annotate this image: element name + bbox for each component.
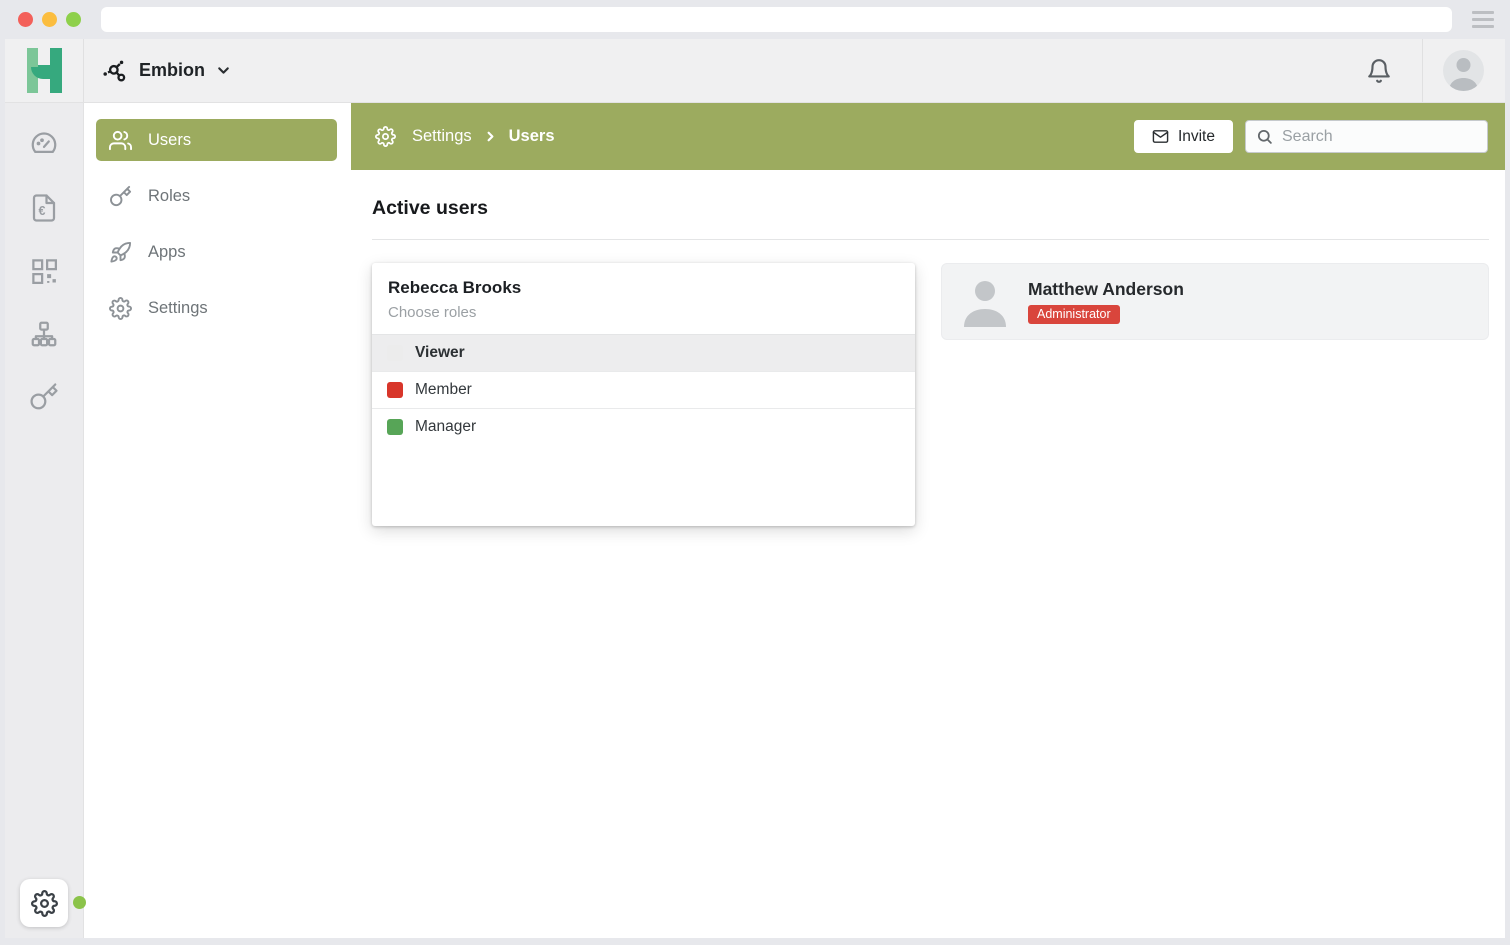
role-option-label: Manager xyxy=(415,418,476,436)
role-picker-header: Rebecca Brooks Choose roles xyxy=(372,263,915,334)
minimize-window-button[interactable] xyxy=(42,12,57,27)
role-color-swatch xyxy=(387,382,403,398)
role-badge: Administrator xyxy=(1028,305,1120,324)
cards-row: Rebecca Brooks Choose roles Viewer Membe… xyxy=(372,263,1489,526)
sidebar-item-settings[interactable]: Settings xyxy=(96,287,337,329)
search-input[interactable] xyxy=(1282,128,1477,146)
rocket-icon xyxy=(109,241,132,264)
hub-network-icon xyxy=(101,57,129,85)
status-dot xyxy=(73,896,86,909)
role-option-label: Member xyxy=(415,381,472,399)
role-option-label: Viewer xyxy=(415,344,465,362)
window-controls xyxy=(18,12,81,27)
breadcrumb-settings[interactable]: Settings xyxy=(412,127,472,146)
chevron-down-icon xyxy=(215,62,232,79)
key-icon[interactable] xyxy=(29,382,59,412)
user-avatar[interactable] xyxy=(1443,50,1484,91)
header-right xyxy=(1366,39,1505,102)
title-divider xyxy=(372,239,1489,240)
app-window: Embion xyxy=(5,39,1505,938)
role-color-swatch xyxy=(387,419,403,435)
breadcrumb-users: Users xyxy=(509,127,555,146)
user-name: Matthew Anderson xyxy=(1028,279,1184,300)
role-option-viewer[interactable]: Viewer xyxy=(372,334,915,371)
sidebar-item-label: Users xyxy=(148,131,191,150)
users-icon xyxy=(109,129,132,152)
mail-icon xyxy=(1152,128,1169,145)
key-icon xyxy=(109,185,132,208)
browser-chrome xyxy=(0,0,1510,39)
chevron-right-icon xyxy=(483,129,498,144)
role-option-manager[interactable]: Manager xyxy=(372,408,915,445)
sidebar-item-label: Settings xyxy=(148,299,208,318)
system-settings-button[interactable] xyxy=(20,879,68,927)
page-toolbar: Settings Users Invite xyxy=(351,103,1505,170)
address-bar[interactable] xyxy=(101,7,1452,32)
org-name: Embion xyxy=(139,60,205,81)
sidebar-item-apps[interactable]: Apps xyxy=(96,231,337,273)
sidebar-nav: Users Roles Apps xyxy=(84,103,351,938)
sidebar-item-label: Apps xyxy=(148,243,186,262)
breadcrumb: Settings Users xyxy=(375,126,555,147)
toolbar-actions: Invite xyxy=(1134,120,1488,153)
org-switcher[interactable]: Embion xyxy=(101,57,232,85)
role-option-member[interactable]: Member xyxy=(372,371,915,408)
header-divider xyxy=(1422,39,1423,102)
role-picker-card: Rebecca Brooks Choose roles Viewer Membe… xyxy=(372,263,915,526)
gear-icon xyxy=(375,126,396,147)
close-window-button[interactable] xyxy=(18,12,33,27)
sitemap-icon[interactable] xyxy=(29,319,59,349)
gear-icon xyxy=(31,890,58,917)
dashboard-gauge-icon[interactable] xyxy=(29,130,59,160)
invite-button[interactable]: Invite xyxy=(1134,120,1233,153)
avatar-silhouette-icon xyxy=(962,277,1008,327)
sidebar-item-label: Roles xyxy=(148,187,190,206)
user-card-info: Matthew Anderson Administrator xyxy=(1028,279,1184,324)
sidebar-item-users[interactable]: Users xyxy=(96,119,337,161)
invite-button-label: Invite xyxy=(1178,128,1215,146)
logo-cell[interactable] xyxy=(5,39,84,102)
search-box xyxy=(1245,120,1488,153)
app-header: Embion xyxy=(5,39,1505,103)
avatar-silhouette-icon xyxy=(1443,50,1484,91)
main-area: Settings Users Invite xyxy=(351,103,1505,938)
notifications-bell-icon[interactable] xyxy=(1366,58,1392,84)
invoice-document-icon[interactable]: € xyxy=(29,193,59,223)
gear-icon xyxy=(109,297,132,320)
role-picker-subtitle: Choose roles xyxy=(388,304,899,321)
icon-rail: € xyxy=(5,103,84,938)
maximize-window-button[interactable] xyxy=(66,12,81,27)
browser-menu-icon[interactable] xyxy=(1472,11,1494,28)
app-body: € xyxy=(5,103,1505,938)
search-icon xyxy=(1256,128,1273,145)
qr-code-icon[interactable] xyxy=(29,256,59,286)
sidebar-item-roles[interactable]: Roles xyxy=(96,175,337,217)
rail-bottom xyxy=(20,879,68,927)
page-title: Active users xyxy=(372,197,1489,220)
svg-text:€: € xyxy=(39,204,46,218)
h-logo-icon xyxy=(25,48,63,93)
user-card[interactable]: Matthew Anderson Administrator xyxy=(941,263,1489,340)
content-area: Active users Rebecca Brooks Choose roles… xyxy=(351,170,1505,938)
role-picker-user-name: Rebecca Brooks xyxy=(388,278,899,298)
role-color-swatch xyxy=(387,345,403,361)
